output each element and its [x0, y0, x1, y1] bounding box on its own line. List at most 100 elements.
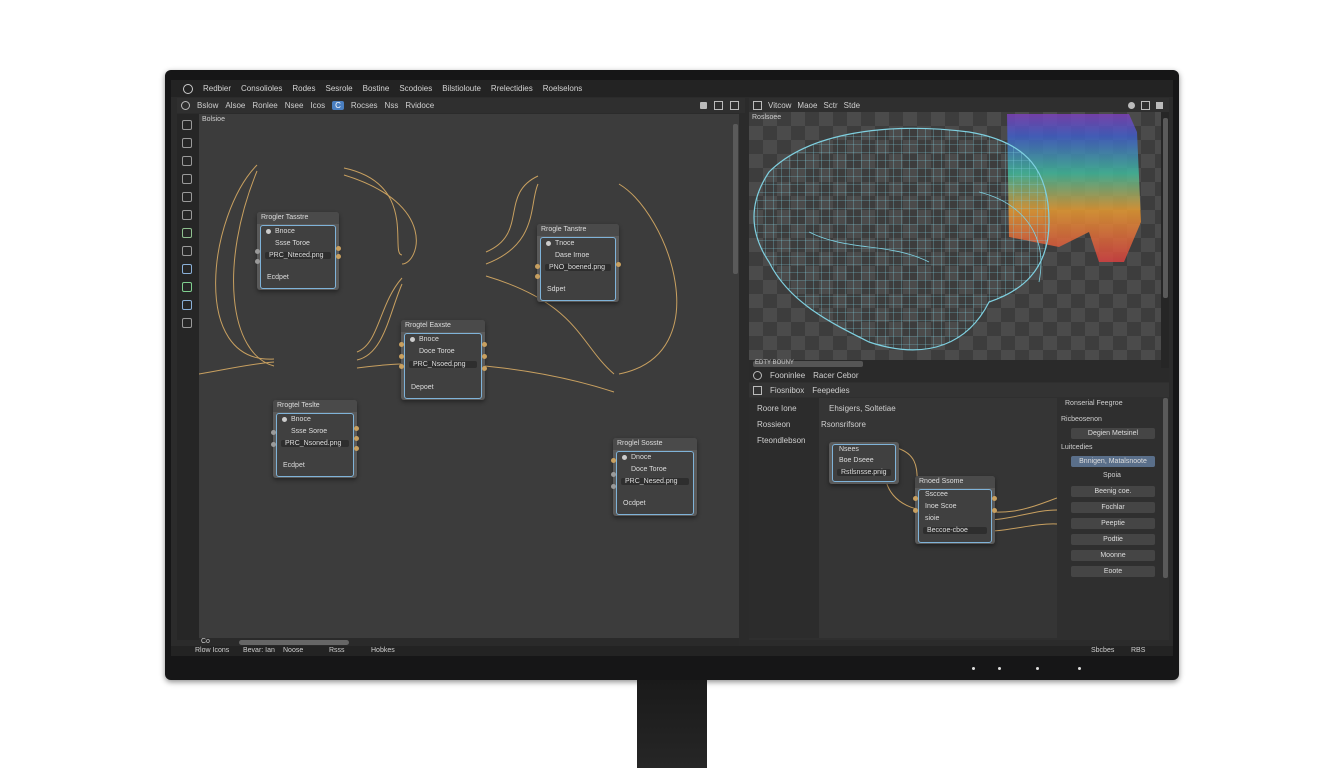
node-socket[interactable]: [271, 430, 276, 435]
menu-item[interactable]: Bilstioloute: [442, 84, 481, 93]
overlay-icon[interactable]: [700, 102, 707, 109]
viewport-menu[interactable]: Maoe: [797, 101, 817, 110]
node-editor-canvas[interactable]: Bolsioe Rrogler Tasstre Bnoce Ssse Toroe…: [199, 114, 739, 638]
node-socket[interactable]: [482, 366, 487, 371]
node-socket[interactable]: [399, 342, 404, 347]
menu-item[interactable]: Rodes: [292, 84, 315, 93]
viewport-canvas[interactable]: Roslsoee EDTY BOUNY: [749, 112, 1161, 368]
material-selected-item[interactable]: Bnnigen, Matalsnoote: [1071, 456, 1155, 467]
node-image-field[interactable]: PRC_Nsoned.png: [281, 440, 349, 447]
toolbar-right-label[interactable]: Feepedies: [812, 386, 849, 395]
property-button[interactable]: Peeptie: [1071, 518, 1155, 529]
node-image-field[interactable]: Rstlsnsse.pnig: [837, 469, 891, 476]
node-socket[interactable]: [482, 342, 487, 347]
node-socket[interactable]: [913, 508, 918, 513]
image-tool-icon[interactable]: [182, 174, 192, 184]
properties-vscrollbar[interactable]: [1163, 398, 1168, 578]
node-socket[interactable]: [336, 246, 341, 251]
node-socket[interactable]: [992, 496, 997, 501]
render-icon[interactable]: [1156, 101, 1163, 109]
toolbar-item[interactable]: Nss: [385, 101, 399, 110]
texture-node[interactable]: Rrogtel Eaxste Bnoce Doce Toroe PRC_Nsoe…: [399, 320, 487, 400]
node-socket[interactable]: [535, 264, 540, 269]
property-button[interactable]: Beenig coe.: [1071, 486, 1155, 497]
viewport-menu[interactable]: Sctr: [823, 101, 837, 110]
image-texture-node[interactable]: Nsees Boe Dseee Rstlsnsse.pnig: [829, 442, 899, 484]
reroute-tool-icon[interactable]: [182, 246, 192, 256]
node-socket[interactable]: [913, 496, 918, 501]
viewport-menu[interactable]: Vitcow: [768, 101, 791, 110]
menu-item[interactable]: Bostine: [363, 84, 390, 93]
app-label[interactable]: Redbier: [203, 84, 231, 93]
property-button[interactable]: Moonne: [1071, 550, 1155, 561]
toolbar-selected-toggle[interactable]: C: [332, 101, 344, 110]
tool-icon[interactable]: [753, 385, 762, 395]
sidebar-item[interactable]: Roore Ione: [757, 404, 797, 413]
node-field[interactable]: Beccoe-cboe: [923, 527, 987, 534]
header-right-label[interactable]: Racer Cebor: [813, 371, 858, 380]
node-socket[interactable]: [399, 354, 404, 359]
node-socket[interactable]: [336, 254, 341, 259]
node-socket[interactable]: [255, 249, 260, 254]
property-button[interactable]: Fochlar: [1071, 502, 1155, 513]
toolbar-item[interactable]: Icos: [310, 101, 325, 110]
sidebar-item[interactable]: Rossieon: [757, 420, 790, 429]
link-tool-icon[interactable]: [182, 156, 192, 166]
node-socket[interactable]: [482, 354, 487, 359]
toolbar-item[interactable]: Bslow: [197, 101, 218, 110]
menu-item[interactable]: Sesrole: [326, 84, 353, 93]
view-icon[interactable]: [753, 100, 762, 110]
properties-section[interactable]: Ricbeosenon: [1061, 416, 1102, 423]
property-button[interactable]: Eoote: [1071, 566, 1155, 577]
sidebar-item[interactable]: Fteondlebson: [757, 436, 805, 445]
node-editor-vscrollbar[interactable]: [733, 124, 738, 274]
toolbar-item[interactable]: Alsoe: [225, 101, 245, 110]
material-field[interactable]: Degien Metsinel: [1071, 428, 1155, 439]
texture-node[interactable]: Rrogler Tasstre Bnoce Ssse Toroe PRC_Nte…: [255, 212, 341, 290]
editor-type-icon[interactable]: [181, 101, 190, 110]
editor-icon[interactable]: [753, 370, 762, 380]
node-socket[interactable]: [255, 259, 260, 264]
fullscreen-icon[interactable]: [730, 101, 739, 110]
snap-icon[interactable]: [714, 101, 723, 110]
node-socket[interactable]: [611, 472, 616, 477]
chart-tool-icon[interactable]: [182, 228, 192, 238]
layer-tool-icon[interactable]: [182, 264, 192, 274]
node-socket[interactable]: [611, 458, 616, 463]
search-tool-icon[interactable]: [182, 300, 192, 310]
node-socket[interactable]: [611, 484, 616, 489]
properties-section[interactable]: Luitcedies: [1061, 444, 1093, 451]
node-socket[interactable]: [354, 446, 359, 451]
viewport-menu[interactable]: Stde: [844, 101, 860, 110]
frame-tool-icon[interactable]: [182, 192, 192, 202]
texture-node[interactable]: Rrogle Tanstre Tnoce Dase Irnoe PNO_boen…: [535, 224, 621, 302]
texture-node[interactable]: Rrogtel Teslte Bnoce Ssse Soroe PRC_Nson…: [271, 400, 359, 478]
toolbar-item[interactable]: Rvidoce: [405, 101, 434, 110]
node-image-field[interactable]: PRC_Nesed.png: [621, 478, 689, 485]
node-socket[interactable]: [271, 442, 276, 447]
node-socket[interactable]: [354, 436, 359, 441]
node-socket[interactable]: [399, 364, 404, 369]
toolbar-item[interactable]: Rocses: [351, 101, 378, 110]
menu-item[interactable]: Roelselons: [543, 84, 583, 93]
texture-node[interactable]: Rroglel Sosste Dnoce Doce Toroe PRC_Nese…: [611, 438, 697, 516]
node-image-field[interactable]: PRC_Nsoed.png: [409, 361, 477, 368]
node-socket[interactable]: [992, 508, 997, 513]
grid-tool-icon[interactable]: [182, 318, 192, 328]
node-image-field[interactable]: PRC_Nteced.png: [265, 252, 331, 259]
property-button[interactable]: Podtie: [1071, 534, 1155, 545]
toolbar-left-label[interactable]: Fiosnibox: [770, 386, 804, 395]
menu-item[interactable]: Consolioles: [241, 84, 282, 93]
viewport-vscrollbar[interactable]: [1163, 118, 1168, 298]
paint-tool-icon[interactable]: [182, 282, 192, 292]
select-tool-icon[interactable]: [182, 120, 192, 130]
scroll-thumb[interactable]: [239, 640, 349, 645]
group-tool-icon[interactable]: [182, 210, 192, 220]
menu-item[interactable]: Scodoies: [399, 84, 432, 93]
toolbar-item[interactable]: Ronlee: [252, 101, 277, 110]
gizmo-icon[interactable]: [1141, 100, 1150, 110]
node-socket[interactable]: [535, 274, 540, 279]
shader-node[interactable]: Rnoed Ssome Ssccee Inoe Scoe sioie Becco…: [913, 476, 997, 544]
node-socket[interactable]: [616, 262, 621, 267]
toolbar-item[interactable]: Nsee: [285, 101, 304, 110]
